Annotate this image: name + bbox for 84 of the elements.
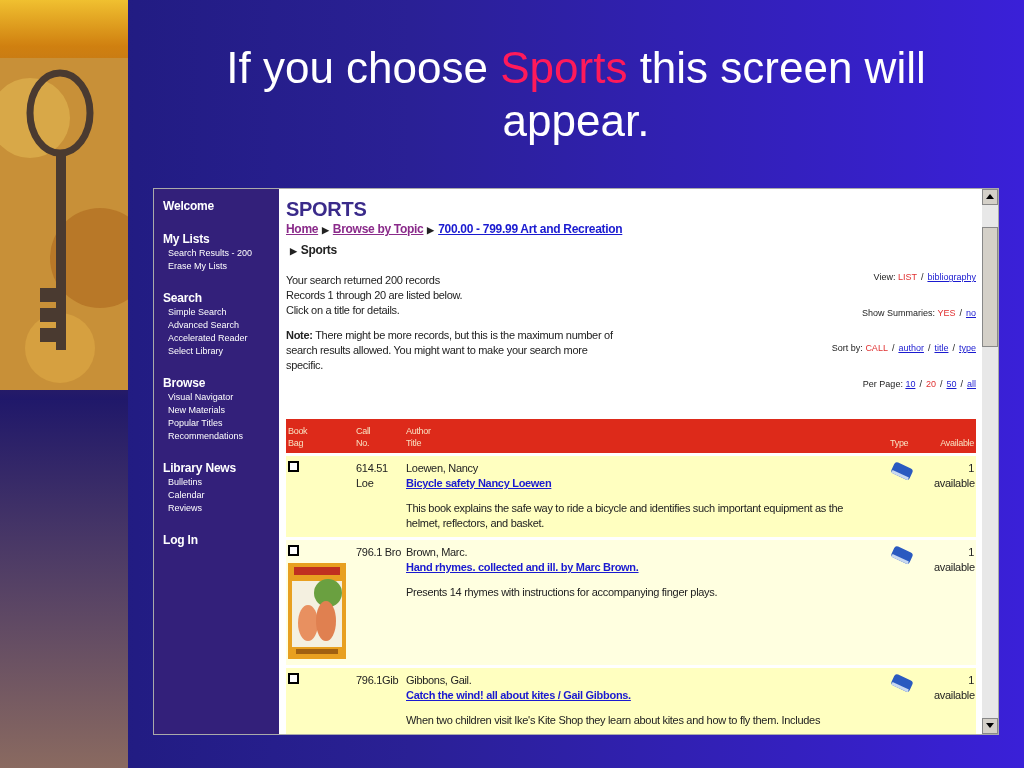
sidebar-link[interactable]: Accelerated Reader bbox=[163, 332, 279, 345]
separator: / bbox=[891, 343, 895, 353]
slide-title: If you choose Sports this screen will appear. bbox=[225, 42, 927, 147]
option-selected: LIST bbox=[897, 272, 917, 282]
triangle-icon: ▶ bbox=[427, 225, 435, 235]
option-link[interactable]: no bbox=[966, 307, 976, 318]
current-topic: Sports bbox=[300, 243, 337, 257]
description-text: Presents 14 rhymes with instructions for accompanying finger plays. bbox=[406, 585, 719, 600]
book-title-link[interactable]: Catch the wind! all about kites / Gail Gibbons. bbox=[406, 688, 890, 703]
description-text: When two children visit Ike's Kite Shop they learn about kites and how to fly them. Includes bbox=[406, 713, 822, 728]
sidebar-heading[interactable]: Browse bbox=[163, 376, 279, 391]
checkbox[interactable] bbox=[288, 673, 299, 684]
summary-text: Records 1 through 20 are listed below. bbox=[286, 288, 464, 303]
summary-text: Your search returned 200 records bbox=[286, 273, 441, 288]
availability-text: 1 available bbox=[933, 673, 974, 703]
note-text: Note: There might be more records, but this is the maximum number of search results allowed. You might want to make your search more specific. bbox=[286, 328, 614, 373]
option-label: Show Summaries: bbox=[862, 307, 937, 318]
triangle-icon: ▶ bbox=[322, 225, 329, 235]
sidebar-heading[interactable]: My Lists bbox=[163, 232, 279, 247]
sidebar-link[interactable]: New Materials bbox=[163, 404, 279, 417]
sidebar-link[interactable]: Popular Titles bbox=[163, 417, 279, 430]
sidebar-heading[interactable]: Welcome bbox=[163, 199, 279, 214]
sidebar-link[interactable]: Simple Search bbox=[163, 306, 279, 319]
triangle-icon: ▶ bbox=[290, 246, 297, 256]
availability-text: 1 available bbox=[933, 545, 974, 575]
option-label: Per Page: bbox=[862, 378, 904, 389]
call-number: 614.51 Loe bbox=[356, 461, 389, 491]
checkbox[interactable] bbox=[288, 461, 299, 472]
call-number: 796.1Gib bbox=[356, 673, 400, 688]
sidebar-link[interactable]: Bulletins bbox=[163, 476, 279, 489]
sidebar-heading[interactable]: Search bbox=[163, 291, 279, 306]
option-link[interactable]: title bbox=[934, 343, 949, 353]
up-arrow-icon bbox=[986, 194, 994, 200]
description-text: This book explains the safe way to ride a bicycle and identifies such important equipment as the helmet, reflectors, and basket. bbox=[406, 501, 845, 531]
scroll-down-button[interactable] bbox=[982, 718, 998, 734]
sidebar-link[interactable]: Recommendations bbox=[163, 430, 279, 443]
scroll-thumb[interactable] bbox=[982, 227, 998, 347]
separator: / bbox=[952, 343, 955, 353]
option-link[interactable]: 50 bbox=[946, 378, 957, 389]
option-link[interactable]: all bbox=[967, 378, 976, 389]
scroll-up-button[interactable] bbox=[982, 189, 998, 205]
option-link[interactable]: type bbox=[959, 343, 976, 353]
sidebar-link[interactable]: Search Results - 200 bbox=[163, 247, 279, 260]
separator: / bbox=[959, 307, 962, 318]
sidebar-link[interactable]: Erase My Lists bbox=[163, 260, 279, 273]
book-title-link[interactable]: Bicycle safety Nancy Loewen bbox=[406, 476, 890, 491]
separator: / bbox=[920, 272, 924, 282]
sidebar-heading[interactable]: Library News bbox=[163, 461, 279, 476]
option-selected: CALL bbox=[865, 343, 888, 353]
breadcrumb-link[interactable]: Browse by Topic bbox=[332, 222, 424, 236]
breadcrumb-link[interactable]: 700.00 - 799.99 Art and Recreation bbox=[438, 222, 623, 236]
separator: / bbox=[960, 378, 963, 389]
checkbox[interactable] bbox=[288, 545, 299, 556]
option-link[interactable]: 10 bbox=[905, 378, 916, 389]
option-label: View: bbox=[873, 272, 897, 282]
separator: / bbox=[919, 378, 922, 389]
page-title: SPORTS bbox=[286, 197, 368, 221]
breadcrumb-link[interactable]: Home bbox=[286, 222, 319, 236]
option-link[interactable]: author bbox=[898, 343, 924, 353]
author-name: Loewen, Nancy bbox=[406, 461, 479, 476]
summary-text: Click on a title for details. bbox=[286, 303, 401, 318]
column-header: Type bbox=[890, 437, 910, 449]
sidebar-link[interactable]: Select Library bbox=[163, 345, 279, 358]
sidebar-heading[interactable]: Log In bbox=[163, 533, 279, 548]
sidebar-link[interactable]: Advanced Search bbox=[163, 319, 279, 332]
book-title-link[interactable]: Hand rhymes. collected and ill. by Marc Brown. bbox=[406, 560, 890, 575]
sidebar-link[interactable]: Reviews bbox=[163, 502, 279, 515]
column-header: Author Title bbox=[406, 425, 432, 449]
option-selected: 20 bbox=[925, 378, 936, 389]
availability-text: 1 available bbox=[933, 461, 974, 491]
column-header: Available bbox=[939, 437, 974, 449]
separator: / bbox=[939, 378, 943, 389]
author-name: Gibbons, Gail. bbox=[406, 673, 473, 688]
down-arrow-icon bbox=[986, 723, 994, 729]
call-number: 796.1 Bro bbox=[356, 545, 402, 560]
column-header: Call No. bbox=[356, 425, 372, 449]
author-name: Brown, Marc. bbox=[406, 545, 469, 560]
sidebar-link[interactable]: Calendar bbox=[163, 489, 279, 502]
option-label: Sort by: bbox=[831, 343, 864, 353]
sidebar-link[interactable]: Visual Navigator bbox=[163, 391, 279, 404]
option-link[interactable]: bibliography bbox=[927, 272, 976, 282]
separator: / bbox=[927, 343, 931, 353]
option-selected: YES bbox=[937, 307, 956, 318]
column-header: Book Bag bbox=[288, 425, 309, 449]
